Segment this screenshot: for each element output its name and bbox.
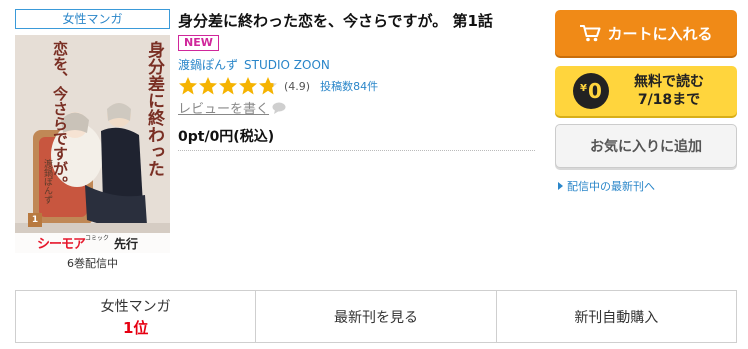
write-review-label: レビューを書く: [178, 102, 270, 117]
cover-author: 渡鍋ぽんず: [42, 159, 52, 204]
yen-symbol: ¥: [580, 82, 588, 94]
auto-purchase-button[interactable]: 新刊自動購入: [497, 291, 736, 342]
cover-volume-badge: 1: [28, 213, 42, 227]
add-to-cart-button[interactable]: カートに入れる: [555, 10, 737, 56]
write-review-link[interactable]: レビューを書く: [178, 98, 286, 117]
rating: (4.9) 投稿数84件: [178, 76, 378, 96]
yen-zero-icon: ¥ 0: [573, 73, 609, 109]
cover-image[interactable]: 身分差に終わった 恋を、今さらですが。 渡鍋ぽんず 1 シーモア コミック 先行: [15, 35, 170, 253]
ranking-genre-label: 女性マンガ: [100, 298, 171, 315]
latest-volume-link[interactable]: 配信中の最新刊へ: [558, 178, 655, 194]
cover-title-2: 終わった: [144, 109, 164, 177]
star-icon: [178, 76, 198, 96]
genre-ranking-cell[interactable]: 女性マンガ 1位: [16, 291, 257, 342]
cover-title-lines: 身分差に終わった: [104, 41, 164, 191]
star-icon: [218, 76, 238, 96]
speech-bubble-icon: [272, 102, 286, 114]
add-to-cart-label: カートに入れる: [607, 24, 713, 43]
latest-volume-label: 配信中の最新刊へ: [567, 180, 655, 193]
review-count-link[interactable]: 投稿数84件: [320, 78, 378, 94]
read-free-text: 無料で読む 7/18まで: [619, 73, 719, 109]
divider: [178, 150, 535, 151]
cover-title-3: 恋を、: [51, 41, 69, 86]
author-list: 渡鍋ぽんず STUDIO ZOON: [178, 56, 336, 73]
read-free-button[interactable]: ¥ 0 無料で読む 7/18まで: [555, 66, 737, 116]
free-amount: 0: [588, 79, 602, 103]
star-icon: [198, 76, 218, 96]
bottom-action-bar: 女性マンガ 1位 最新刊を見る 新刊自動購入: [15, 290, 737, 343]
star-icon: [238, 76, 258, 96]
volume-status: 6巻配信中: [67, 257, 118, 270]
author-link[interactable]: 渡鍋ぽんず: [178, 58, 238, 72]
product-title: 身分差に終わった恋を、今さらですが。 第1話: [178, 12, 493, 30]
cart-icon: [580, 25, 601, 42]
cover-title-4: 今さら: [51, 86, 69, 131]
ranking-value: 1位: [122, 318, 149, 337]
cover-label-main: シーモア: [37, 236, 86, 251]
rating-score: (4.9): [284, 79, 311, 93]
arrow-right-icon: [558, 182, 563, 190]
read-free-until: 7/18まで: [637, 92, 701, 108]
read-free-label: 無料で読む: [634, 74, 704, 90]
cover-label-small: コミック: [85, 236, 110, 242]
view-latest-button[interactable]: 最新刊を見る: [256, 291, 497, 342]
genre-tag[interactable]: 女性マンガ: [15, 9, 170, 29]
price: 0pt/0円(税込): [178, 129, 275, 145]
add-favorite-button[interactable]: お気に入りに追加: [555, 124, 737, 168]
cover-label: シーモア コミック 先行: [37, 234, 138, 252]
author-link[interactable]: STUDIO ZOON: [244, 58, 330, 72]
cover-label-sub: 先行: [114, 237, 139, 251]
star-half-icon: [258, 76, 278, 96]
cover-title-1: 身分差に: [144, 41, 164, 109]
new-badge: NEW: [178, 35, 219, 51]
